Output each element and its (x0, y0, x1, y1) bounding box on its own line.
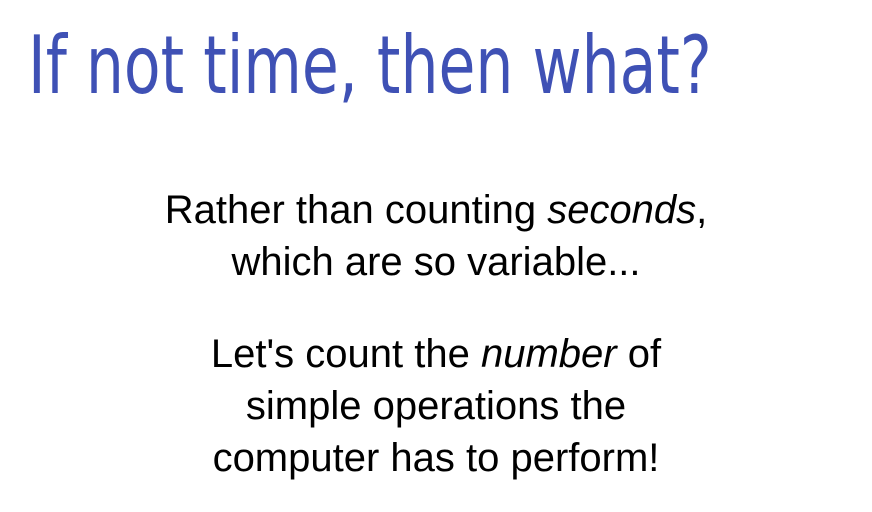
slide-title: If not time, then what? (28, 19, 712, 112)
p1-emphasis-seconds: seconds (547, 188, 697, 232)
paragraph-1-line-2: which are so variable... (231, 240, 641, 284)
paragraph-2-line-3: computer has to perform! (212, 436, 660, 480)
p1-line1-text: Rather than counting (164, 188, 548, 232)
paragraph-2-line-1: Let's count the number of (0, 328, 872, 380)
p2-emphasis-number: number (480, 332, 617, 376)
paragraph-2-line-2: simple operations the (245, 384, 627, 428)
p2-line1-text: Let's count the (210, 332, 481, 376)
p1-line1-punct: , (696, 188, 708, 232)
p2-line1-post: of (616, 332, 662, 376)
body-paragraph-1: Rather than counting seconds, which are … (0, 184, 872, 288)
body-paragraph-2: Let's count the number of simple operati… (0, 328, 872, 484)
paragraph-1-line-1: Rather than counting seconds, (0, 184, 872, 236)
slide: If not time, then what? Rather than coun… (0, 0, 872, 512)
